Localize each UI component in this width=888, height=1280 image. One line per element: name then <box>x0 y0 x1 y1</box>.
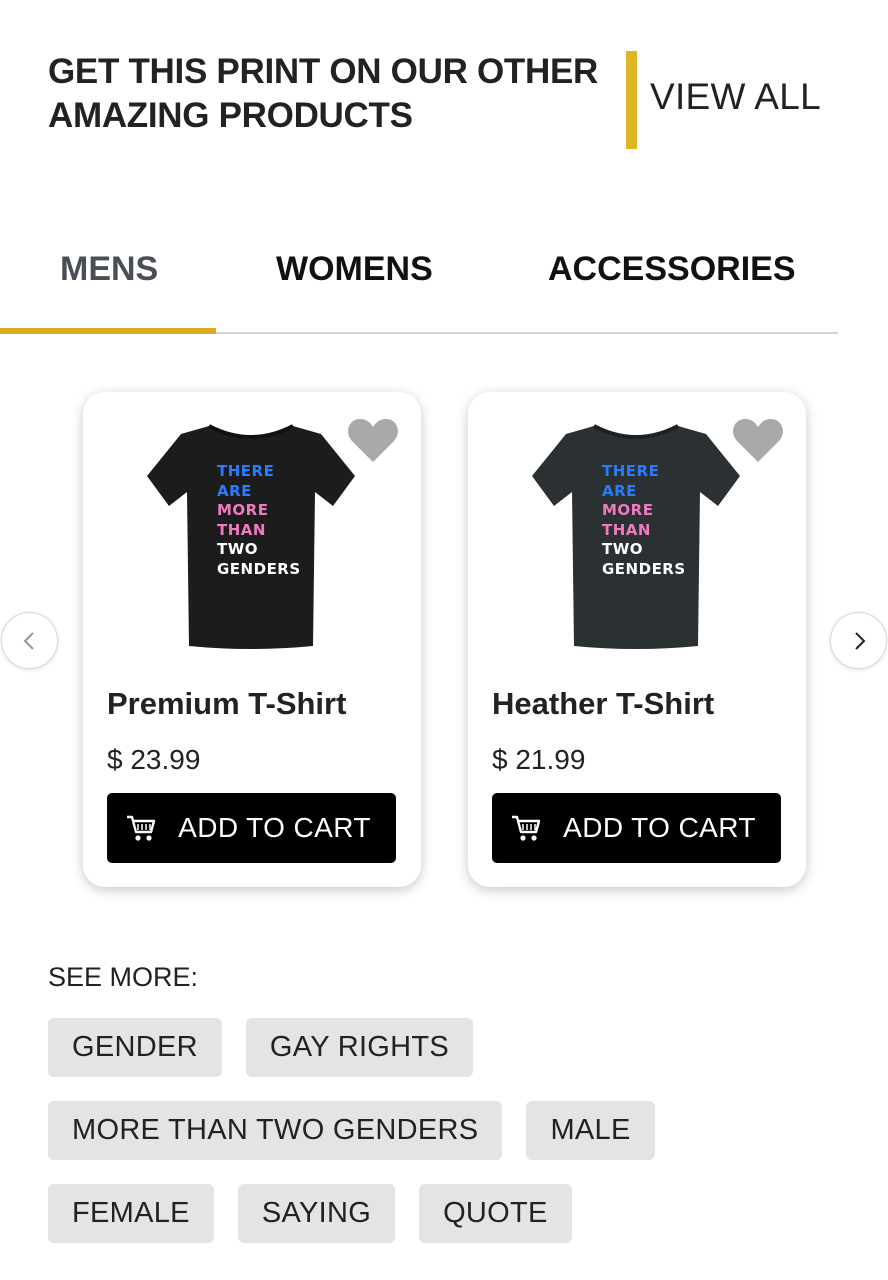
view-all-link[interactable]: VIEW ALL <box>650 76 821 118</box>
cart-icon <box>127 815 156 841</box>
tag-list: GENDER GAY RIGHTS MORE THAN TWO GENDERS … <box>48 1018 848 1267</box>
chevron-left-icon <box>23 631 34 650</box>
active-tab-indicator <box>0 328 216 334</box>
add-to-cart-label: ADD TO CART <box>563 812 756 843</box>
product-card[interactable]: THERE ARE MORE THAN TWO GENDERS Premium … <box>83 392 421 887</box>
product-name[interactable]: Premium T-Shirt <box>107 686 346 722</box>
add-to-cart-button[interactable]: ADD TO CART <box>492 793 781 863</box>
section-header: GET THIS PRINT ON OUR OTHER AMAZING PROD… <box>48 48 848 152</box>
section-title-line1: GET THIS PRINT ON OUR OTHER <box>48 52 598 91</box>
carousel-next-button[interactable] <box>830 612 887 669</box>
tag-chip[interactable]: SAYING <box>237 1184 396 1243</box>
product-price: $ 21.99 <box>492 744 586 775</box>
tag-chip[interactable]: GENDER <box>48 1018 222 1077</box>
product-price: $ 23.99 <box>107 744 201 775</box>
section-title: GET THIS PRINT ON OUR OTHER AMAZING PROD… <box>48 50 608 138</box>
see-more-label: SEE MORE: <box>48 962 199 992</box>
shirt-print: THERE ARE MORE THAN TWO GENDERS <box>602 462 686 578</box>
tab-mens[interactable]: MENS <box>60 250 158 289</box>
product-name[interactable]: Heather T-Shirt <box>492 686 714 722</box>
tab-accessories[interactable]: ACCESSORIES <box>548 250 796 289</box>
heart-icon[interactable] <box>347 418 399 464</box>
add-to-cart-button[interactable]: ADD TO CART <box>107 793 396 863</box>
tag-chip[interactable]: FEMALE <box>48 1184 214 1243</box>
shirt-print: THERE ARE MORE THAN TWO GENDERS <box>217 462 301 578</box>
section-title-line2: AMAZING PRODUCTS <box>48 96 413 135</box>
accent-divider <box>626 51 637 149</box>
product-card[interactable]: THERE ARE MORE THAN TWO GENDERS Heather … <box>468 392 806 887</box>
product-image: THERE ARE MORE THAN TWO GENDERS <box>526 420 746 655</box>
tag-chip[interactable]: QUOTE <box>419 1184 572 1243</box>
chevron-right-icon <box>854 631 865 650</box>
heart-icon[interactable] <box>732 418 784 464</box>
product-carousel: THERE ARE MORE THAN TWO GENDERS Premium … <box>0 392 888 892</box>
tab-womens[interactable]: WOMENS <box>276 250 433 289</box>
tag-chip[interactable]: MALE <box>526 1101 655 1160</box>
carousel-prev-button[interactable] <box>1 612 58 669</box>
cart-icon <box>512 815 541 841</box>
add-to-cart-label: ADD TO CART <box>178 812 371 843</box>
category-tabs: MENS WOMENS ACCESSORIES <box>0 232 838 334</box>
tag-chip[interactable]: GAY RIGHTS <box>245 1018 474 1077</box>
tag-chip[interactable]: MORE THAN TWO GENDERS <box>48 1101 503 1160</box>
product-image: THERE ARE MORE THAN TWO GENDERS <box>141 420 361 655</box>
